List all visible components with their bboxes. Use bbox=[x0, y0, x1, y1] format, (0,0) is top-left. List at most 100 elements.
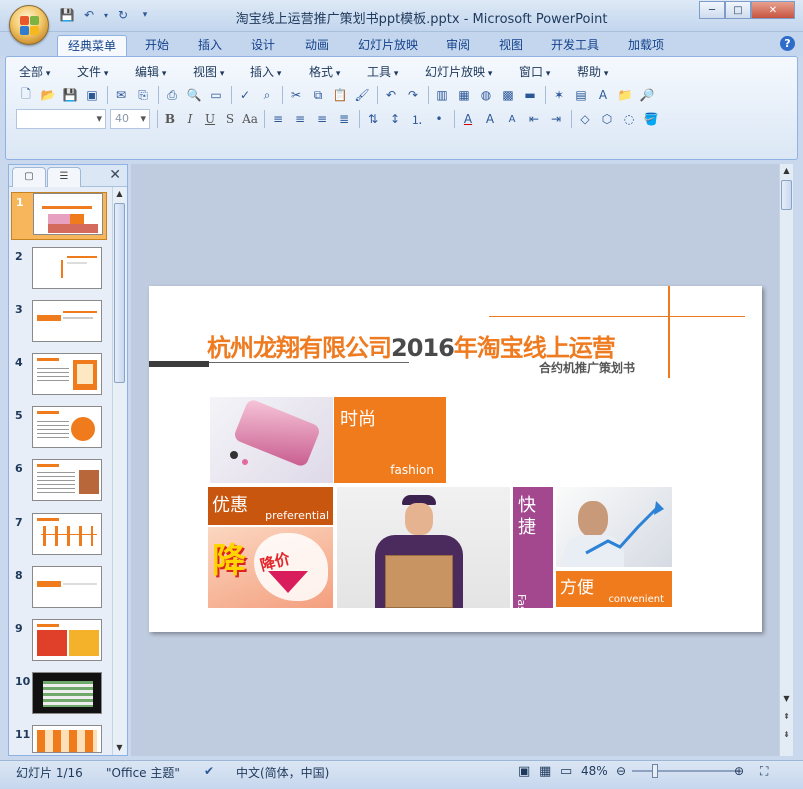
spellcheck-icon[interactable]: ✔ bbox=[204, 764, 214, 778]
tab-slideshow[interactable]: 幻灯片放映 bbox=[350, 35, 426, 56]
hyperlink-icon[interactable]: ◍ bbox=[476, 85, 496, 105]
thumbnail-7[interactable]: 7 bbox=[11, 513, 107, 561]
maximize-button[interactable]: □ bbox=[725, 1, 751, 19]
previous-slide-icon[interactable]: ⇞ bbox=[780, 710, 793, 724]
chart-icon[interactable]: ▥ bbox=[432, 85, 452, 105]
zoom-out-icon[interactable]: ⊖ bbox=[616, 764, 626, 778]
thumbnail-9[interactable]: 9 bbox=[11, 619, 107, 667]
text-direction-icon[interactable]: ⇅ bbox=[363, 109, 383, 129]
menu-all[interactable]: 全部 bbox=[19, 63, 50, 80]
grow-font-icon[interactable]: A bbox=[480, 109, 500, 129]
minimize-button[interactable]: ─ bbox=[699, 1, 725, 19]
layout-icon[interactable]: ▤ bbox=[571, 85, 591, 105]
find-icon[interactable]: 🔎 bbox=[637, 85, 657, 105]
zoom-slider[interactable] bbox=[632, 764, 738, 778]
picture-icon[interactable]: ▩ bbox=[498, 85, 518, 105]
menu-edit[interactable]: 编辑 bbox=[135, 63, 166, 80]
shape-effects-icon[interactable]: ◌ bbox=[619, 109, 639, 129]
scroll-down-icon[interactable]: ▼ bbox=[113, 741, 126, 755]
scroll-up-icon[interactable]: ▲ bbox=[113, 187, 126, 201]
tab-animation[interactable]: 动画 bbox=[297, 35, 337, 56]
editor-scrollbar[interactable]: ▲ ▼ ⇞ ⇟ bbox=[779, 164, 793, 756]
underline-icon[interactable]: U bbox=[201, 110, 219, 128]
help-icon[interactable]: ? bbox=[780, 36, 795, 51]
menu-slideshow[interactable]: 幻灯片放映 bbox=[425, 63, 492, 80]
tab-addins[interactable]: 加载项 bbox=[620, 35, 672, 56]
tab-view[interactable]: 视图 bbox=[491, 35, 531, 56]
grayscale-icon[interactable]: ▬ bbox=[520, 85, 540, 105]
zoom-in-icon[interactable]: ⊕ bbox=[734, 764, 744, 778]
panel-scrollbar[interactable]: ▲ ▼ bbox=[112, 187, 126, 755]
font-name-combo[interactable] bbox=[16, 109, 106, 129]
normal-view-icon[interactable]: ▣ bbox=[518, 764, 530, 779]
tab-classic-menu[interactable]: 经典菜单 bbox=[57, 35, 127, 56]
thumbnail-8[interactable]: 8 bbox=[11, 566, 107, 614]
textbox-icon[interactable]: A bbox=[593, 85, 613, 105]
save-icon[interactable]: 💾 bbox=[60, 85, 80, 105]
thumbnail-11[interactable]: 11 bbox=[11, 725, 107, 755]
open-icon[interactable]: 📂 bbox=[38, 85, 58, 105]
strikethrough-icon[interactable]: S bbox=[221, 110, 239, 128]
slide-canvas[interactable]: 杭州龙翔有限公司2016年淘宝线上运营 合约机推广策划书 时尚 fashion … bbox=[149, 286, 762, 632]
numbering-icon[interactable]: ⒈ bbox=[407, 109, 427, 129]
font-color-icon[interactable]: A bbox=[458, 109, 478, 129]
zoom-level[interactable]: 48% bbox=[581, 764, 608, 778]
tab-developer[interactable]: 开发工具 bbox=[543, 35, 607, 56]
thumbnail-2[interactable]: 2 bbox=[11, 247, 107, 295]
thumbnail-1[interactable]: 1 bbox=[11, 192, 107, 240]
tab-outline[interactable]: ☰ bbox=[47, 167, 81, 187]
scroll-thumb[interactable] bbox=[114, 203, 125, 383]
format-painter-icon[interactable]: 🖌 bbox=[352, 85, 372, 105]
change-case-icon[interactable]: Aa bbox=[241, 110, 259, 128]
permission-icon[interactable]: ▣ bbox=[82, 85, 102, 105]
copy-icon[interactable]: ⧉ bbox=[308, 85, 328, 105]
menu-file[interactable]: 文件 bbox=[77, 63, 108, 80]
bold-icon[interactable]: B bbox=[161, 110, 179, 128]
tab-home[interactable]: 开始 bbox=[137, 35, 177, 56]
language-indicator[interactable]: 中文(简体，中国) bbox=[236, 764, 329, 781]
close-panel-icon[interactable]: ✕ bbox=[109, 167, 121, 183]
table-icon[interactable]: ▦ bbox=[454, 85, 474, 105]
tab-insert[interactable]: 插入 bbox=[190, 35, 230, 56]
font-size-combo[interactable]: 40 bbox=[110, 109, 150, 129]
menu-help[interactable]: 帮助 bbox=[577, 63, 608, 80]
redo-icon[interactable]: ↷ bbox=[403, 85, 423, 105]
bullets-icon[interactable]: • bbox=[429, 109, 449, 129]
line-spacing-icon[interactable]: ↕ bbox=[385, 109, 405, 129]
arrange-icon[interactable]: ⬡ bbox=[597, 109, 617, 129]
print-preview-icon[interactable]: 🔍 bbox=[184, 85, 204, 105]
spelling-icon[interactable]: ✓ bbox=[235, 85, 255, 105]
tab-design[interactable]: 设计 bbox=[243, 35, 283, 56]
slide-sorter-icon[interactable]: ▦ bbox=[539, 764, 551, 779]
office-button[interactable] bbox=[9, 5, 49, 45]
undo-icon[interactable]: ↶ bbox=[381, 85, 401, 105]
menu-window[interactable]: 窗口 bbox=[519, 63, 550, 80]
slide-icon[interactable]: ▭ bbox=[206, 85, 226, 105]
thumbnail-10[interactable]: 10 bbox=[11, 672, 107, 720]
menu-tools[interactable]: 工具 bbox=[367, 63, 398, 80]
shapes-icon[interactable]: ◇ bbox=[575, 109, 595, 129]
fit-to-window-icon[interactable]: ⛶ bbox=[760, 764, 768, 779]
thumbnail-4[interactable]: 4 bbox=[11, 353, 107, 401]
new-slide-icon[interactable]: ✶ bbox=[549, 85, 569, 105]
zoom-slider-thumb[interactable] bbox=[652, 764, 658, 778]
close-button[interactable]: ✕ bbox=[751, 1, 795, 19]
scroll-down-icon[interactable]: ▼ bbox=[780, 692, 793, 706]
increase-indent-icon[interactable]: ⇥ bbox=[546, 109, 566, 129]
tab-slides[interactable]: ▢ bbox=[12, 167, 46, 187]
slideshow-view-icon[interactable]: ▭ bbox=[560, 764, 572, 779]
italic-icon[interactable]: I bbox=[181, 110, 199, 128]
thumbnail-3[interactable]: 3 bbox=[11, 300, 107, 348]
paste-icon[interactable]: 📋 bbox=[330, 85, 350, 105]
new-icon[interactable]: 🗋 bbox=[16, 85, 36, 105]
tab-review[interactable]: 审阅 bbox=[438, 35, 478, 56]
theme-name[interactable]: "Office 主题" bbox=[106, 764, 180, 781]
next-slide-icon[interactable]: ⇟ bbox=[780, 728, 793, 742]
folder-icon[interactable]: 📁 bbox=[615, 85, 635, 105]
shrink-font-icon[interactable]: A bbox=[502, 109, 522, 129]
publish-icon[interactable]: ⎘ bbox=[133, 85, 153, 105]
align-right-icon[interactable]: ≡ bbox=[312, 109, 332, 129]
menu-view[interactable]: 视图 bbox=[193, 63, 224, 80]
print-icon[interactable]: ⎙ bbox=[162, 85, 182, 105]
align-left-icon[interactable]: ≡ bbox=[268, 109, 288, 129]
